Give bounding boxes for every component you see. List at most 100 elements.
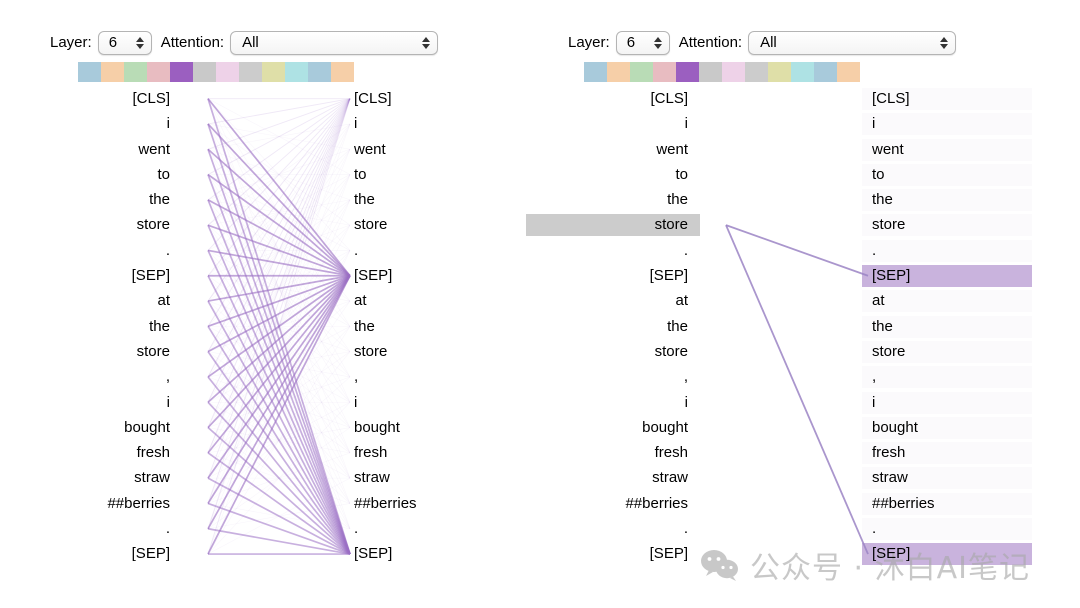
token-row[interactable]: bought <box>540 415 690 440</box>
token-row[interactable]: the <box>352 187 502 212</box>
head-swatch-5[interactable] <box>193 62 216 82</box>
stepper-icon[interactable] <box>422 37 431 49</box>
token-row[interactable]: bought <box>862 415 1032 440</box>
head-swatch-10[interactable] <box>308 62 331 82</box>
token-row[interactable]: store <box>540 339 690 364</box>
token-row[interactable]: i <box>352 390 502 415</box>
token-row[interactable]: [SEP] <box>862 541 1032 566</box>
token-row[interactable]: straw <box>22 465 172 490</box>
token-row[interactable]: to <box>22 162 172 187</box>
token-row[interactable]: [CLS] <box>862 86 1032 111</box>
token-row[interactable]: at <box>540 288 690 313</box>
token-row[interactable]: store <box>22 212 172 237</box>
token-row[interactable]: fresh <box>540 440 690 465</box>
head-swatch-2[interactable] <box>124 62 147 82</box>
token-row[interactable]: [SEP] <box>540 263 690 288</box>
head-swatch-11[interactable] <box>837 62 860 82</box>
token-row[interactable]: fresh <box>22 440 172 465</box>
head-swatch-3[interactable] <box>147 62 170 82</box>
head-swatch-0[interactable] <box>78 62 101 82</box>
token-row[interactable]: to <box>540 162 690 187</box>
token-row[interactable]: . <box>862 238 1032 263</box>
token-row[interactable]: i <box>22 390 172 415</box>
token-row[interactable]: the <box>22 314 172 339</box>
token-row[interactable]: to <box>862 162 1032 187</box>
head-swatch-6[interactable] <box>216 62 239 82</box>
stepper-icon[interactable] <box>653 37 662 49</box>
token-row[interactable]: [SEP] <box>540 541 690 566</box>
token-row[interactable]: [CLS] <box>352 86 502 111</box>
token-row[interactable]: . <box>540 238 690 263</box>
token-row[interactable]: went <box>540 137 690 162</box>
token-row[interactable]: ##berries <box>862 491 1032 516</box>
token-row[interactable]: , <box>862 364 1032 389</box>
token-row[interactable]: store <box>22 339 172 364</box>
head-swatch-1[interactable] <box>607 62 630 82</box>
attention-select-right[interactable]: All <box>748 31 957 55</box>
token-row[interactable]: ##berries <box>22 491 172 516</box>
token-row[interactable]: to <box>352 162 502 187</box>
attention-select-left[interactable]: All <box>230 31 439 55</box>
token-row[interactable]: , <box>540 364 690 389</box>
head-swatch-0[interactable] <box>584 62 607 82</box>
token-row[interactable]: store <box>862 339 1032 364</box>
token-row[interactable]: , <box>352 364 502 389</box>
head-swatch-4[interactable] <box>170 62 193 82</box>
token-row[interactable]: i <box>540 390 690 415</box>
head-swatch-2[interactable] <box>630 62 653 82</box>
head-swatch-5[interactable] <box>699 62 722 82</box>
layer-select-right[interactable]: 6 <box>615 31 670 55</box>
token-row[interactable]: [SEP] <box>22 263 172 288</box>
layer-select-left[interactable]: 6 <box>97 31 152 55</box>
token-row[interactable]: i <box>352 111 502 136</box>
token-row[interactable]: straw <box>862 465 1032 490</box>
head-swatch-8[interactable] <box>262 62 285 82</box>
token-row[interactable]: the <box>352 314 502 339</box>
head-swatch-8[interactable] <box>768 62 791 82</box>
token-row[interactable]: store <box>526 212 700 237</box>
token-row[interactable]: , <box>22 364 172 389</box>
stepper-icon[interactable] <box>940 37 949 49</box>
head-swatch-6[interactable] <box>722 62 745 82</box>
token-row[interactable]: at <box>352 288 502 313</box>
token-row[interactable]: i <box>22 111 172 136</box>
token-row[interactable]: . <box>352 516 502 541</box>
head-swatch-3[interactable] <box>653 62 676 82</box>
token-row[interactable]: the <box>540 314 690 339</box>
head-swatch-1[interactable] <box>101 62 124 82</box>
token-row[interactable]: fresh <box>352 440 502 465</box>
token-row[interactable]: store <box>862 212 1032 237</box>
token-row[interactable]: . <box>862 516 1032 541</box>
token-row[interactable]: the <box>862 187 1032 212</box>
token-row[interactable]: the <box>22 187 172 212</box>
token-row[interactable]: went <box>352 137 502 162</box>
head-swatch-9[interactable] <box>791 62 814 82</box>
token-row[interactable]: [CLS] <box>540 86 690 111</box>
token-row[interactable]: the <box>540 187 690 212</box>
token-row[interactable]: at <box>862 288 1032 313</box>
token-row[interactable]: [SEP] <box>352 541 502 566</box>
token-row[interactable]: went <box>862 137 1032 162</box>
token-row[interactable]: store <box>352 212 502 237</box>
token-row[interactable]: . <box>22 516 172 541</box>
head-swatch-7[interactable] <box>239 62 262 82</box>
token-row[interactable]: fresh <box>862 440 1032 465</box>
token-row[interactable]: went <box>22 137 172 162</box>
head-swatch-9[interactable] <box>285 62 308 82</box>
token-row[interactable]: [SEP] <box>862 263 1032 288</box>
token-row[interactable]: at <box>22 288 172 313</box>
token-row[interactable]: i <box>862 390 1032 415</box>
token-row[interactable]: the <box>862 314 1032 339</box>
token-row[interactable]: straw <box>540 465 690 490</box>
token-row[interactable]: i <box>540 111 690 136</box>
token-row[interactable]: [SEP] <box>22 541 172 566</box>
head-swatch-7[interactable] <box>745 62 768 82</box>
token-row[interactable]: bought <box>22 415 172 440</box>
token-row[interactable]: [SEP] <box>352 263 502 288</box>
token-row[interactable]: store <box>352 339 502 364</box>
token-row[interactable]: ##berries <box>540 491 690 516</box>
token-row[interactable]: bought <box>352 415 502 440</box>
head-swatch-11[interactable] <box>331 62 354 82</box>
token-row[interactable]: i <box>862 111 1032 136</box>
token-row[interactable]: [CLS] <box>22 86 172 111</box>
